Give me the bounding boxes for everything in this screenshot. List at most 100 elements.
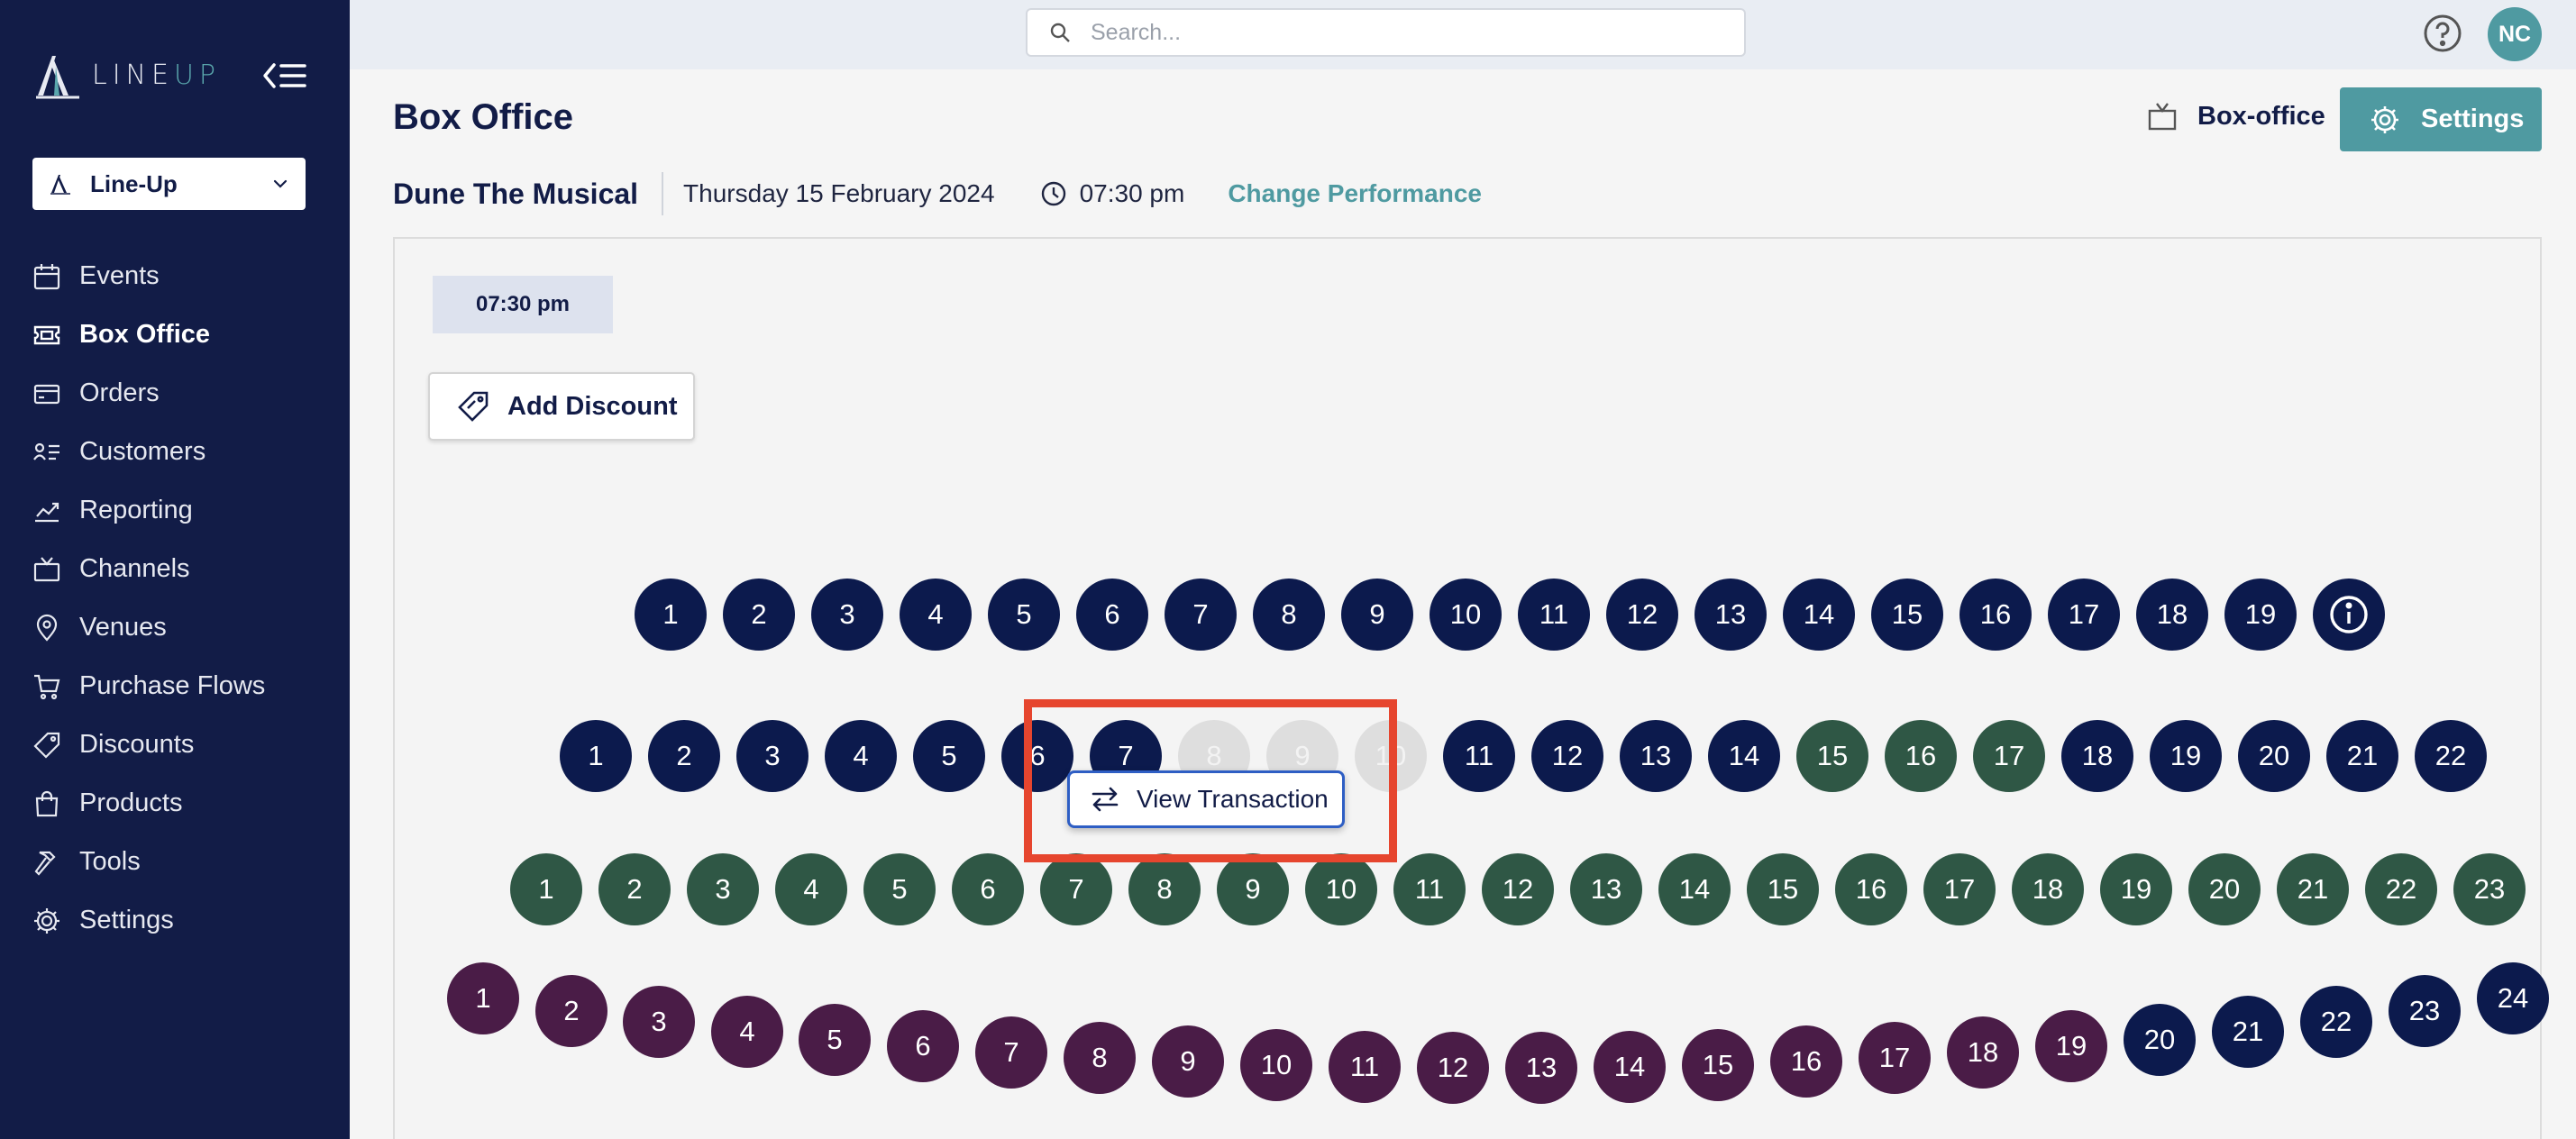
sidebar-item-box-office[interactable]: Box Office — [0, 305, 350, 364]
seat-rowA-16[interactable]: 16 — [1959, 579, 2032, 651]
user-avatar[interactable]: NC — [2488, 7, 2542, 61]
seat-rowA-6[interactable]: 6 — [1076, 579, 1148, 651]
seat-rowD-14[interactable]: 14 — [1594, 1031, 1666, 1103]
seat-rowC-1[interactable]: 1 — [510, 853, 582, 925]
seat-rowB-17[interactable]: 17 — [1973, 720, 2045, 792]
search-input[interactable] — [1091, 19, 1722, 46]
seat-rowB-5[interactable]: 5 — [913, 720, 985, 792]
seat-rowC-23[interactable]: 23 — [2453, 853, 2526, 925]
seat-rowC-21[interactable]: 21 — [2277, 853, 2349, 925]
seat-rowD-15[interactable]: 15 — [1682, 1029, 1754, 1101]
sidebar-item-channels[interactable]: Channels — [0, 540, 350, 598]
seat-rowA-2[interactable]: 2 — [723, 579, 795, 651]
sidebar-item-discounts[interactable]: Discounts — [0, 715, 350, 774]
seat-rowB-10[interactable]: 10 — [1355, 720, 1427, 792]
seat-rowB-20[interactable]: 20 — [2238, 720, 2310, 792]
seat-rowD-18[interactable]: 18 — [1947, 1016, 2019, 1089]
seat-rowB-11[interactable]: 11 — [1443, 720, 1515, 792]
seat-rowC-12[interactable]: 12 — [1482, 853, 1554, 925]
seat-rowB-19[interactable]: 19 — [2150, 720, 2222, 792]
seat-rowD-23[interactable]: 23 — [2389, 975, 2461, 1047]
sidebar-item-events[interactable]: Events — [0, 247, 350, 305]
seat-rowD-20[interactable]: 20 — [2124, 1004, 2196, 1076]
performance-time-chip[interactable]: 07:30 pm — [433, 276, 613, 333]
seat-rowC-2[interactable]: 2 — [598, 853, 671, 925]
seat-rowD-5[interactable]: 5 — [799, 1004, 871, 1076]
seat-rowA-9[interactable]: 9 — [1341, 579, 1413, 651]
seat-rowD-10[interactable]: 10 — [1240, 1029, 1312, 1101]
seat-rowB-15[interactable]: 15 — [1796, 720, 1868, 792]
seat-rowC-8[interactable]: 8 — [1128, 853, 1201, 925]
seat-rowA-4[interactable]: 4 — [900, 579, 972, 651]
seat-rowD-19[interactable]: 19 — [2035, 1010, 2107, 1082]
seat-rowD-17[interactable]: 17 — [1859, 1022, 1931, 1094]
seat-rowB-21[interactable]: 21 — [2326, 720, 2398, 792]
seat-rowD-9[interactable]: 9 — [1152, 1025, 1224, 1098]
seat-rowD-4[interactable]: 4 — [711, 996, 783, 1068]
sidebar-item-venues[interactable]: Venues — [0, 598, 350, 657]
seat-rowB-22[interactable]: 22 — [2415, 720, 2487, 792]
seat-rowC-15[interactable]: 15 — [1747, 853, 1819, 925]
add-discount-button[interactable]: Add Discount — [428, 372, 695, 441]
seat-rowB-2[interactable]: 2 — [648, 720, 720, 792]
seat-rowA-7[interactable]: 7 — [1165, 579, 1237, 651]
seat-rowC-20[interactable]: 20 — [2188, 853, 2261, 925]
seat-rowC-9[interactable]: 9 — [1217, 853, 1289, 925]
seat-rowC-22[interactable]: 22 — [2365, 853, 2437, 925]
seat-rowC-10[interactable]: 10 — [1305, 853, 1377, 925]
seat-rowD-6[interactable]: 6 — [887, 1010, 959, 1082]
seat-rowC-7[interactable]: 7 — [1040, 853, 1112, 925]
organisation-select[interactable]: Line-Up — [32, 158, 306, 210]
seat-rowA-18[interactable]: 18 — [2136, 579, 2208, 651]
seat-rowD-22[interactable]: 22 — [2300, 986, 2372, 1058]
seat-rowB-16[interactable]: 16 — [1885, 720, 1957, 792]
sidebar-item-orders[interactable]: Orders — [0, 364, 350, 423]
seat-rowD-13[interactable]: 13 — [1505, 1032, 1577, 1104]
seat-rowA-12[interactable]: 12 — [1606, 579, 1678, 651]
seat-rowD-16[interactable]: 16 — [1770, 1025, 1842, 1098]
collapse-sidebar-icon[interactable] — [261, 58, 308, 94]
sidebar-item-purchase-flows[interactable]: Purchase Flows — [0, 657, 350, 715]
settings-button[interactable]: Settings — [2340, 87, 2542, 151]
seat-rowC-11[interactable]: 11 — [1393, 853, 1466, 925]
seat-rowA-1[interactable]: 1 — [635, 579, 707, 651]
sidebar-item-tools[interactable]: Tools — [0, 833, 350, 891]
seat-rowA-14[interactable]: 14 — [1783, 579, 1855, 651]
seat-rowD-21[interactable]: 21 — [2212, 996, 2284, 1068]
change-performance-link[interactable]: Change Performance — [1228, 179, 1482, 208]
seat-rowC-14[interactable]: 14 — [1658, 853, 1731, 925]
seat-rowC-19[interactable]: 19 — [2100, 853, 2172, 925]
seat-rowB-6[interactable]: 6 — [1001, 720, 1073, 792]
help-icon[interactable] — [2423, 14, 2462, 53]
seat-rowC-6[interactable]: 6 — [952, 853, 1024, 925]
seat-rowD-7[interactable]: 7 — [975, 1016, 1047, 1089]
seat-rowA-17[interactable]: 17 — [2048, 579, 2120, 651]
seat-rowC-13[interactable]: 13 — [1570, 853, 1642, 925]
seat-rowB-13[interactable]: 13 — [1620, 720, 1692, 792]
seat-rowC-18[interactable]: 18 — [2012, 853, 2084, 925]
seat-rowD-24[interactable]: 24 — [2477, 962, 2549, 1034]
view-transaction-button[interactable]: View Transaction — [1067, 770, 1345, 828]
seat-rowA-10[interactable]: 10 — [1430, 579, 1502, 651]
row-info-button[interactable] — [2313, 579, 2385, 651]
seat-rowC-4[interactable]: 4 — [775, 853, 847, 925]
seat-rowD-12[interactable]: 12 — [1417, 1032, 1489, 1104]
seat-rowC-16[interactable]: 16 — [1835, 853, 1907, 925]
seat-rowC-17[interactable]: 17 — [1923, 853, 1996, 925]
seat-rowA-19[interactable]: 19 — [2224, 579, 2297, 651]
sidebar-item-products[interactable]: Products — [0, 774, 350, 833]
seat-rowB-14[interactable]: 14 — [1708, 720, 1780, 792]
sidebar-item-settings[interactable]: Settings — [0, 891, 350, 950]
channel-selector[interactable]: Box-office — [2147, 101, 2325, 132]
seat-rowD-1[interactable]: 1 — [447, 962, 519, 1034]
seat-rowC-5[interactable]: 5 — [863, 853, 936, 925]
seat-rowA-11[interactable]: 11 — [1518, 579, 1590, 651]
seat-rowD-3[interactable]: 3 — [623, 986, 695, 1058]
seat-rowD-2[interactable]: 2 — [535, 975, 607, 1047]
seat-rowD-8[interactable]: 8 — [1064, 1022, 1136, 1094]
seat-rowB-3[interactable]: 3 — [736, 720, 808, 792]
sidebar-item-customers[interactable]: Customers — [0, 423, 350, 481]
brand-logo[interactable]: LINEUP — [32, 49, 221, 101]
sidebar-item-reporting[interactable]: Reporting — [0, 481, 350, 540]
seat-rowA-5[interactable]: 5 — [988, 579, 1060, 651]
